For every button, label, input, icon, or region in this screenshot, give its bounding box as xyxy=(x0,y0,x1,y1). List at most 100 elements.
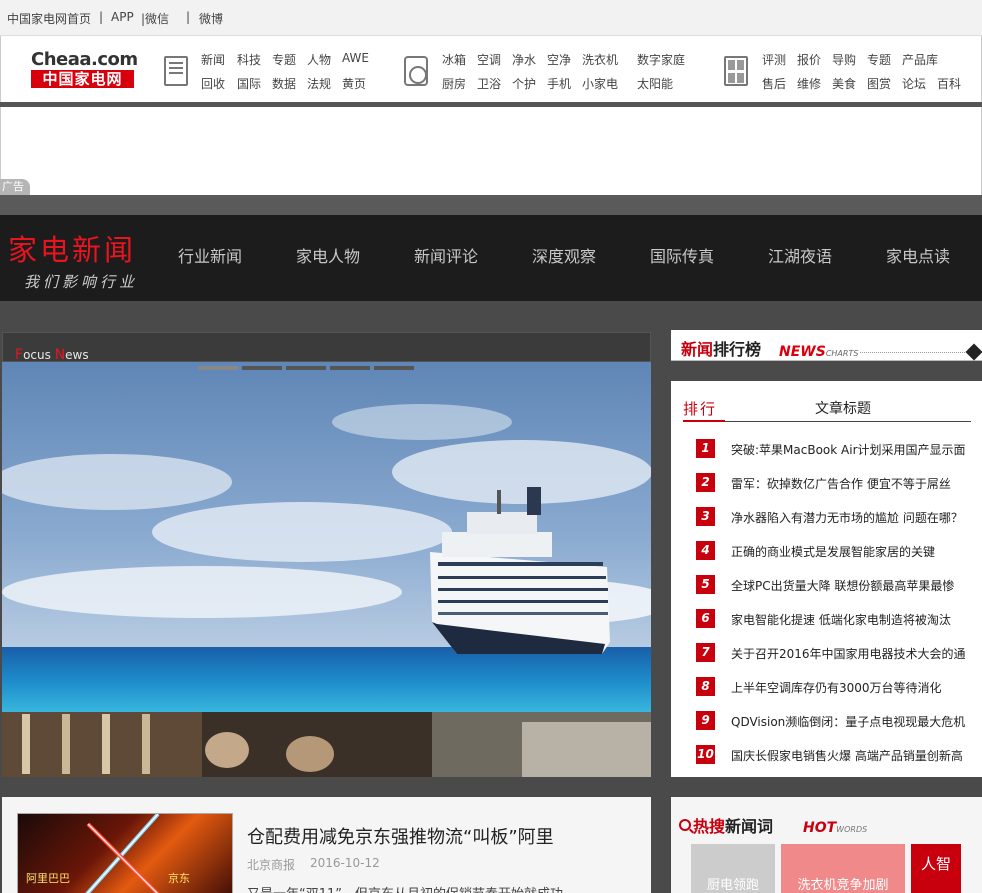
channel-nav-item[interactable]: 家电人物 xyxy=(296,243,360,267)
site-header: Cheaa.com 中国家电网 新闻 科技 专题 人物 AWE 回收 国际 数据… xyxy=(0,36,982,102)
nav-link[interactable]: 数字家庭 xyxy=(637,51,685,68)
ranking-item-title[interactable]: 正确的商业模式是发展智能家居的关键 xyxy=(731,543,971,560)
article-source: 北京商报 xyxy=(247,858,296,872)
logo-en: Cheaa.com xyxy=(31,49,138,70)
nav-link[interactable]: 专题 xyxy=(272,51,296,68)
channel-nav-item[interactable]: 行业新闻 xyxy=(178,243,242,267)
nav-link[interactable]: 洗衣机 xyxy=(582,51,618,68)
nav-link[interactable]: 科技 xyxy=(237,51,261,68)
ranking-title: 新闻排行榜 xyxy=(681,340,762,359)
nav-link[interactable]: 百科 xyxy=(937,75,961,92)
rank-number: 8 xyxy=(696,677,715,696)
article-title[interactable]: 仓配费用减免京东强推物流“叫板”阿里 xyxy=(247,823,554,849)
ranking-item-title[interactable]: 关于召开2016年中国家用电器技术大会的通 xyxy=(731,645,971,662)
nav-link[interactable]: 个护 xyxy=(512,75,536,92)
ranking-item[interactable]: 8 上半年空调库存仍有3000万台等待消化 xyxy=(696,677,976,697)
nav-link[interactable]: 厨房 xyxy=(442,75,466,92)
nav-link[interactable]: 论坛 xyxy=(902,75,926,92)
nav-link[interactable]: 评测 xyxy=(762,51,786,68)
nav-link[interactable]: 图赏 xyxy=(867,75,891,92)
corner-decoration-icon xyxy=(965,343,982,361)
focus-slide-image[interactable] xyxy=(2,362,651,777)
wechat-link[interactable]: |微信 xyxy=(141,10,169,27)
ranking-item[interactable]: 2 雷军：砍掉数亿广告合作 便宜不等于屌丝 xyxy=(696,473,976,493)
nav-link[interactable]: 冰箱 xyxy=(442,51,466,68)
ranking-item[interactable]: 5 全球PC出货量大降 联想份额最高苹果最惨 xyxy=(696,575,976,595)
hot-keyword[interactable]: 人智 xyxy=(911,844,961,893)
nav-link[interactable]: 太阳能 xyxy=(637,75,673,92)
nav-link[interactable]: 新闻 xyxy=(201,51,225,68)
article-date: 2016-10-12 xyxy=(310,856,380,870)
ranking-item[interactable]: 7 关于召开2016年中国家用电器技术大会的通 xyxy=(696,643,976,663)
column-rank: 排行 xyxy=(683,400,718,418)
search-icon xyxy=(679,819,691,831)
channel-nav-item[interactable]: 新闻评论 xyxy=(414,243,478,267)
featured-article: 阿里巴巴 京东 仓配费用减免京东强推物流“叫板”阿里 北京商报 2016-10-… xyxy=(2,797,651,893)
nav-link[interactable]: 净水 xyxy=(512,51,536,68)
ad-label: 广告 xyxy=(0,179,30,195)
nav-link[interactable]: 售后 xyxy=(762,75,786,92)
nav-link[interactable]: AWE xyxy=(342,51,369,65)
ranking-item-title[interactable]: 家电智能化提速 低端化家电制造将被淘汰 xyxy=(731,611,971,628)
home-link[interactable]: 中国家电网首页 xyxy=(7,10,91,27)
ranking-item-title[interactable]: 上半年空调库存仍有3000万台等待消化 xyxy=(731,679,971,696)
ranking-item[interactable]: 10 国庆长假家电销售火爆 高端产品销量创新高 xyxy=(696,745,976,765)
ranking-item[interactable]: 3 净水器陷入有潜力无市场的尴尬 问题在哪？ xyxy=(696,507,976,527)
top-bar: 中国家电网首页 | APP |微信 | 微博 xyxy=(0,0,982,36)
separator: | xyxy=(186,10,191,24)
nav-link[interactable]: 美食 xyxy=(832,75,856,92)
gallery-icon xyxy=(724,56,748,86)
nav-link[interactable]: 维修 xyxy=(797,75,821,92)
nav-link[interactable]: 空调 xyxy=(477,51,501,68)
nav-link[interactable]: 空净 xyxy=(547,51,571,68)
focus-news-header: Focus News xyxy=(2,332,651,363)
article-thumbnail[interactable]: 阿里巴巴 京东 xyxy=(17,813,233,893)
ranking-item-title[interactable]: 雷军：砍掉数亿广告合作 便宜不等于屌丝 xyxy=(731,475,971,492)
ranking-item[interactable]: 4 正确的商业模式是发展智能家居的关键 xyxy=(696,541,976,561)
ranking-item-title[interactable]: 国庆长假家电销售火爆 高端产品销量创新高 xyxy=(731,747,971,764)
nav-link[interactable]: 数据 xyxy=(272,75,296,92)
svg-text:京东: 京东 xyxy=(168,871,190,885)
slide-pager[interactable] xyxy=(198,359,418,370)
column-title: 文章标题 xyxy=(815,401,871,417)
channel-bar: 家电新闻 我们影响行业 行业新闻 家电人物 新闻评论 深度观察 国际传真 江湖夜… xyxy=(0,215,982,301)
ranking-item[interactable]: 1 突破:苹果MacBook Air计划采用国产显示面 xyxy=(696,439,976,459)
ranking-item[interactable]: 6 家电智能化提速 低端化家电制造将被淘汰 xyxy=(696,609,976,629)
washer-icon xyxy=(404,56,428,86)
ranking-item[interactable]: 9 QDVision濒临倒闭：量子点电视现最大危机 xyxy=(696,711,976,731)
channel-title[interactable]: 家电新闻 xyxy=(8,227,136,269)
channel-nav-item[interactable]: 国际传真 xyxy=(650,243,714,267)
ranking-item-title[interactable]: QDVision濒临倒闭：量子点电视现最大危机 xyxy=(731,713,971,730)
nav-link[interactable]: 报价 xyxy=(797,51,821,68)
rank-number: 5 xyxy=(696,575,715,594)
nav-link[interactable]: 黄页 xyxy=(342,75,366,92)
nav-link[interactable]: 国际 xyxy=(237,75,261,92)
focus-news-label: Focus News xyxy=(15,347,89,363)
site-logo[interactable]: Cheaa.com 中国家电网 xyxy=(31,51,138,89)
cruise-ship-photo xyxy=(2,362,651,777)
nav-link[interactable]: 回收 xyxy=(201,75,225,92)
rank-number: 4 xyxy=(696,541,715,560)
nav-link[interactable]: 产品库 xyxy=(902,51,938,68)
nav-link[interactable]: 法规 xyxy=(307,75,331,92)
news-ranking-list: 排行 文章标题 1 突破:苹果MacBook Air计划采用国产显示面 2 雷军：砍… xyxy=(671,381,982,777)
channel-nav-item[interactable]: 江湖夜语 xyxy=(768,243,832,267)
nav-link[interactable]: 人物 xyxy=(307,51,331,68)
rank-number: 1 xyxy=(696,439,715,458)
channel-nav-item[interactable]: 深度观察 xyxy=(532,243,596,267)
nav-link[interactable]: 手机 xyxy=(547,75,571,92)
ranking-item-title[interactable]: 全球PC出货量大降 联想份额最高苹果最惨 xyxy=(731,577,971,594)
weibo-link[interactable]: 微博 xyxy=(199,10,223,27)
nav-link[interactable]: 专题 xyxy=(867,51,891,68)
hot-keyword[interactable]: 厨电领跑 xyxy=(691,844,775,893)
nav-link[interactable]: 导购 xyxy=(832,51,856,68)
app-link[interactable]: APP xyxy=(111,10,134,24)
ranking-item-title[interactable]: 突破:苹果MacBook Air计划采用国产显示面 xyxy=(731,441,971,458)
nav-link[interactable]: 小家电 xyxy=(582,75,618,92)
hot-keyword[interactable]: 洗衣机竞争加剧 xyxy=(781,844,905,893)
ranking-item-title[interactable]: 净水器陷入有潜力无市场的尴尬 问题在哪？ xyxy=(731,509,971,526)
nav-link[interactable]: 卫浴 xyxy=(477,75,501,92)
channel-nav-item[interactable]: 家电点读 xyxy=(886,243,950,267)
ad-banner[interactable] xyxy=(0,107,982,195)
hot-words-title: 热搜新闻词 xyxy=(693,817,774,836)
